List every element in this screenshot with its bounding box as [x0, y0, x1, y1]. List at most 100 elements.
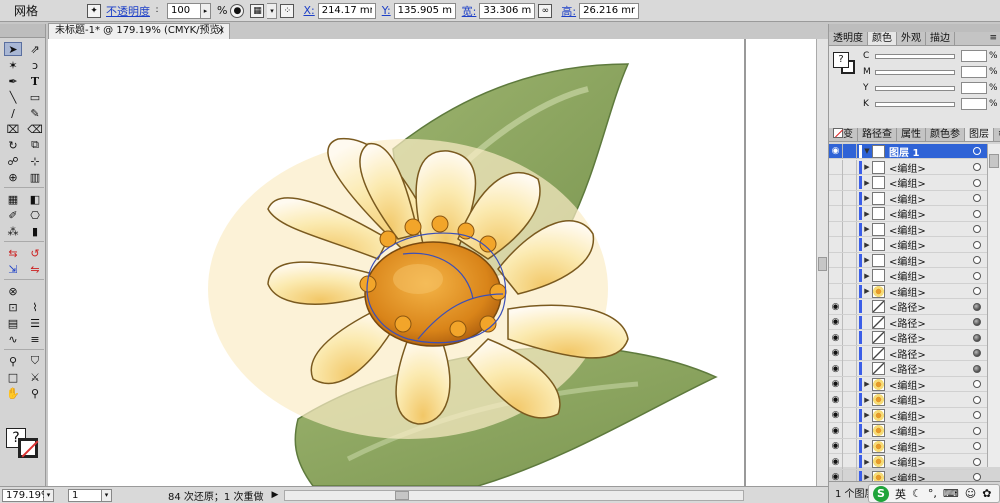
lock-toggle[interactable]: [843, 206, 857, 221]
lock-toggle[interactable]: [843, 423, 857, 438]
expand-arrow-icon[interactable]: ▶: [862, 163, 872, 171]
target-circle-icon[interactable]: [973, 349, 981, 357]
expand-arrow-icon[interactable]: ▶: [862, 287, 872, 295]
width-input[interactable]: [479, 2, 536, 19]
visibility-eye-icon[interactable]: ◉: [829, 345, 843, 361]
cyan-value[interactable]: [961, 50, 987, 62]
layer-name[interactable]: <编组>: [889, 408, 973, 423]
keyboard-icon[interactable]: ⌨: [943, 487, 959, 500]
direct-selection-tool-icon[interactable]: ⇗: [26, 42, 44, 56]
graph-tool-icon[interactable]: ☰: [26, 316, 44, 330]
target-circle-icon[interactable]: [973, 411, 981, 419]
layer-row[interactable]: ◉ ▶ <编组>: [829, 423, 987, 439]
flower-artwork[interactable]: [48, 39, 816, 486]
eyedropper-tool-icon[interactable]: ✐: [4, 208, 22, 222]
lock-toggle[interactable]: [843, 268, 857, 283]
expand-arrow-icon[interactable]: ▶: [862, 272, 872, 280]
layer-name[interactable]: <路径>: [889, 361, 973, 376]
lock-toggle[interactable]: [843, 175, 857, 190]
align-dropdown[interactable]: ▾: [267, 2, 278, 19]
layer-name[interactable]: <路径>: [889, 315, 973, 330]
black-row[interactable]: K %: [863, 98, 999, 110]
width-label[interactable]: 宽:: [462, 3, 477, 19]
expand-arrow-icon[interactable]: ▶: [862, 396, 872, 404]
selection-tool-icon[interactable]: ➤: [4, 42, 22, 56]
target-circle-icon[interactable]: [973, 194, 981, 202]
magic-wand-tool-icon[interactable]: ✶: [4, 58, 22, 72]
fill-stroke-swatches[interactable]: ?: [4, 426, 42, 460]
rectangle-tool-icon[interactable]: ▭: [26, 90, 44, 104]
target-circle-icon[interactable]: [973, 380, 981, 388]
visibility-eye-icon[interactable]: ◉: [829, 392, 843, 407]
lasso-tool-icon[interactable]: ↄ: [26, 58, 44, 72]
opacity-dropdown[interactable]: ▸: [201, 2, 211, 19]
layer-name[interactable]: <编组>: [889, 439, 973, 454]
layer-name[interactable]: <编组>: [889, 206, 973, 221]
rotate-tool-icon[interactable]: ↻: [4, 138, 22, 152]
expand-arrow-icon[interactable]: ▶: [862, 210, 872, 218]
layer-row[interactable]: ◉ ▶ <编组>: [829, 392, 987, 408]
expand-arrow-icon[interactable]: ▶: [862, 411, 872, 419]
target-circle-icon[interactable]: [973, 457, 981, 466]
reference-point-icon[interactable]: ⁘: [280, 3, 295, 18]
layer-name[interactable]: <编组>: [889, 160, 973, 175]
wave-tool-icon[interactable]: ∿: [4, 332, 22, 346]
x-input[interactable]: [317, 2, 376, 19]
target-circle-icon[interactable]: [973, 209, 981, 218]
target-circle-icon[interactable]: [973, 256, 981, 264]
expand-arrow-icon[interactable]: ▶: [862, 473, 872, 481]
lock-toggle[interactable]: [843, 454, 857, 469]
style-swatch-icon[interactable]: ●: [230, 3, 245, 18]
layer-row[interactable]: ◉ ▶ <编组>: [829, 454, 987, 470]
lock-toggle[interactable]: [843, 221, 857, 237]
layer-name[interactable]: <编组>: [889, 253, 973, 268]
visibility-eye-icon[interactable]: [829, 252, 843, 268]
y-label[interactable]: Y:: [382, 4, 391, 17]
expand-arrow-icon[interactable]: ▶: [862, 241, 872, 249]
lock-toggle[interactable]: [843, 143, 857, 159]
lock-toggle[interactable]: [843, 237, 857, 252]
visibility-eye-icon[interactable]: ◉: [829, 143, 843, 159]
eraser-tool-icon[interactable]: ⌫: [26, 122, 44, 136]
visibility-eye-icon[interactable]: ◉: [829, 423, 843, 438]
visibility-eye-icon[interactable]: ◉: [829, 407, 843, 423]
chart-tool-icon[interactable]: ▤: [4, 316, 22, 330]
eyedropper-icon[interactable]: ⚲: [4, 354, 22, 368]
layer-row[interactable]: ◉ <路径>: [829, 314, 987, 330]
lock-toggle[interactable]: [843, 376, 857, 392]
layer-name[interactable]: 图层 1: [889, 144, 973, 159]
tab-pathfinder[interactable]: 路径查: [858, 128, 897, 141]
layer-row[interactable]: ▶ <编组>: [829, 159, 987, 175]
tab-attributes[interactable]: 属性: [897, 128, 926, 141]
zoom-field[interactable]: 179.19%: [2, 488, 51, 502]
layer-name[interactable]: <编组>: [889, 392, 973, 407]
layer-name[interactable]: <编组>: [889, 284, 973, 299]
sogou-logo-icon[interactable]: S: [873, 485, 889, 502]
lock-toggle[interactable]: [843, 159, 857, 175]
layer-row[interactable]: ◉ ▶ <编组>: [829, 407, 987, 423]
skin-icon[interactable]: ✿: [982, 487, 991, 500]
visibility-eye-icon[interactable]: [829, 175, 843, 190]
lock-toggle[interactable]: [843, 407, 857, 423]
recolor-icon[interactable]: ✦: [87, 3, 101, 18]
visibility-eye-icon[interactable]: [829, 221, 843, 237]
magenta-row[interactable]: M %: [863, 66, 999, 78]
mesh-tool-icon[interactable]: ▦: [4, 192, 22, 206]
opacity-dropdown-icon[interactable]: :: [153, 4, 161, 18]
type-tool-icon[interactable]: T: [26, 74, 44, 88]
expand-arrow-icon[interactable]: ▶: [862, 225, 872, 233]
list-tool-icon[interactable]: ≡: [26, 332, 44, 346]
layer-name[interactable]: <编组>: [889, 268, 973, 283]
none-swatch-icon[interactable]: [833, 128, 843, 138]
moon-icon[interactable]: ☾: [912, 487, 922, 500]
layer-row[interactable]: ▶ <编组>: [829, 252, 987, 268]
status-menu-arrow[interactable]: ▶: [271, 490, 278, 500]
width-tool-icon[interactable]: ⇆: [4, 246, 22, 260]
reshape-tool-icon[interactable]: ↺: [26, 246, 44, 260]
lock-toggle[interactable]: [843, 190, 857, 206]
visibility-eye-icon[interactable]: [829, 159, 843, 175]
layer-row[interactable]: ◉ <路径>: [829, 330, 987, 346]
line-tool-icon[interactable]: ╲: [4, 90, 22, 104]
opacity-link[interactable]: 不透明度: [106, 3, 150, 19]
yellow-slider[interactable]: [875, 85, 955, 91]
